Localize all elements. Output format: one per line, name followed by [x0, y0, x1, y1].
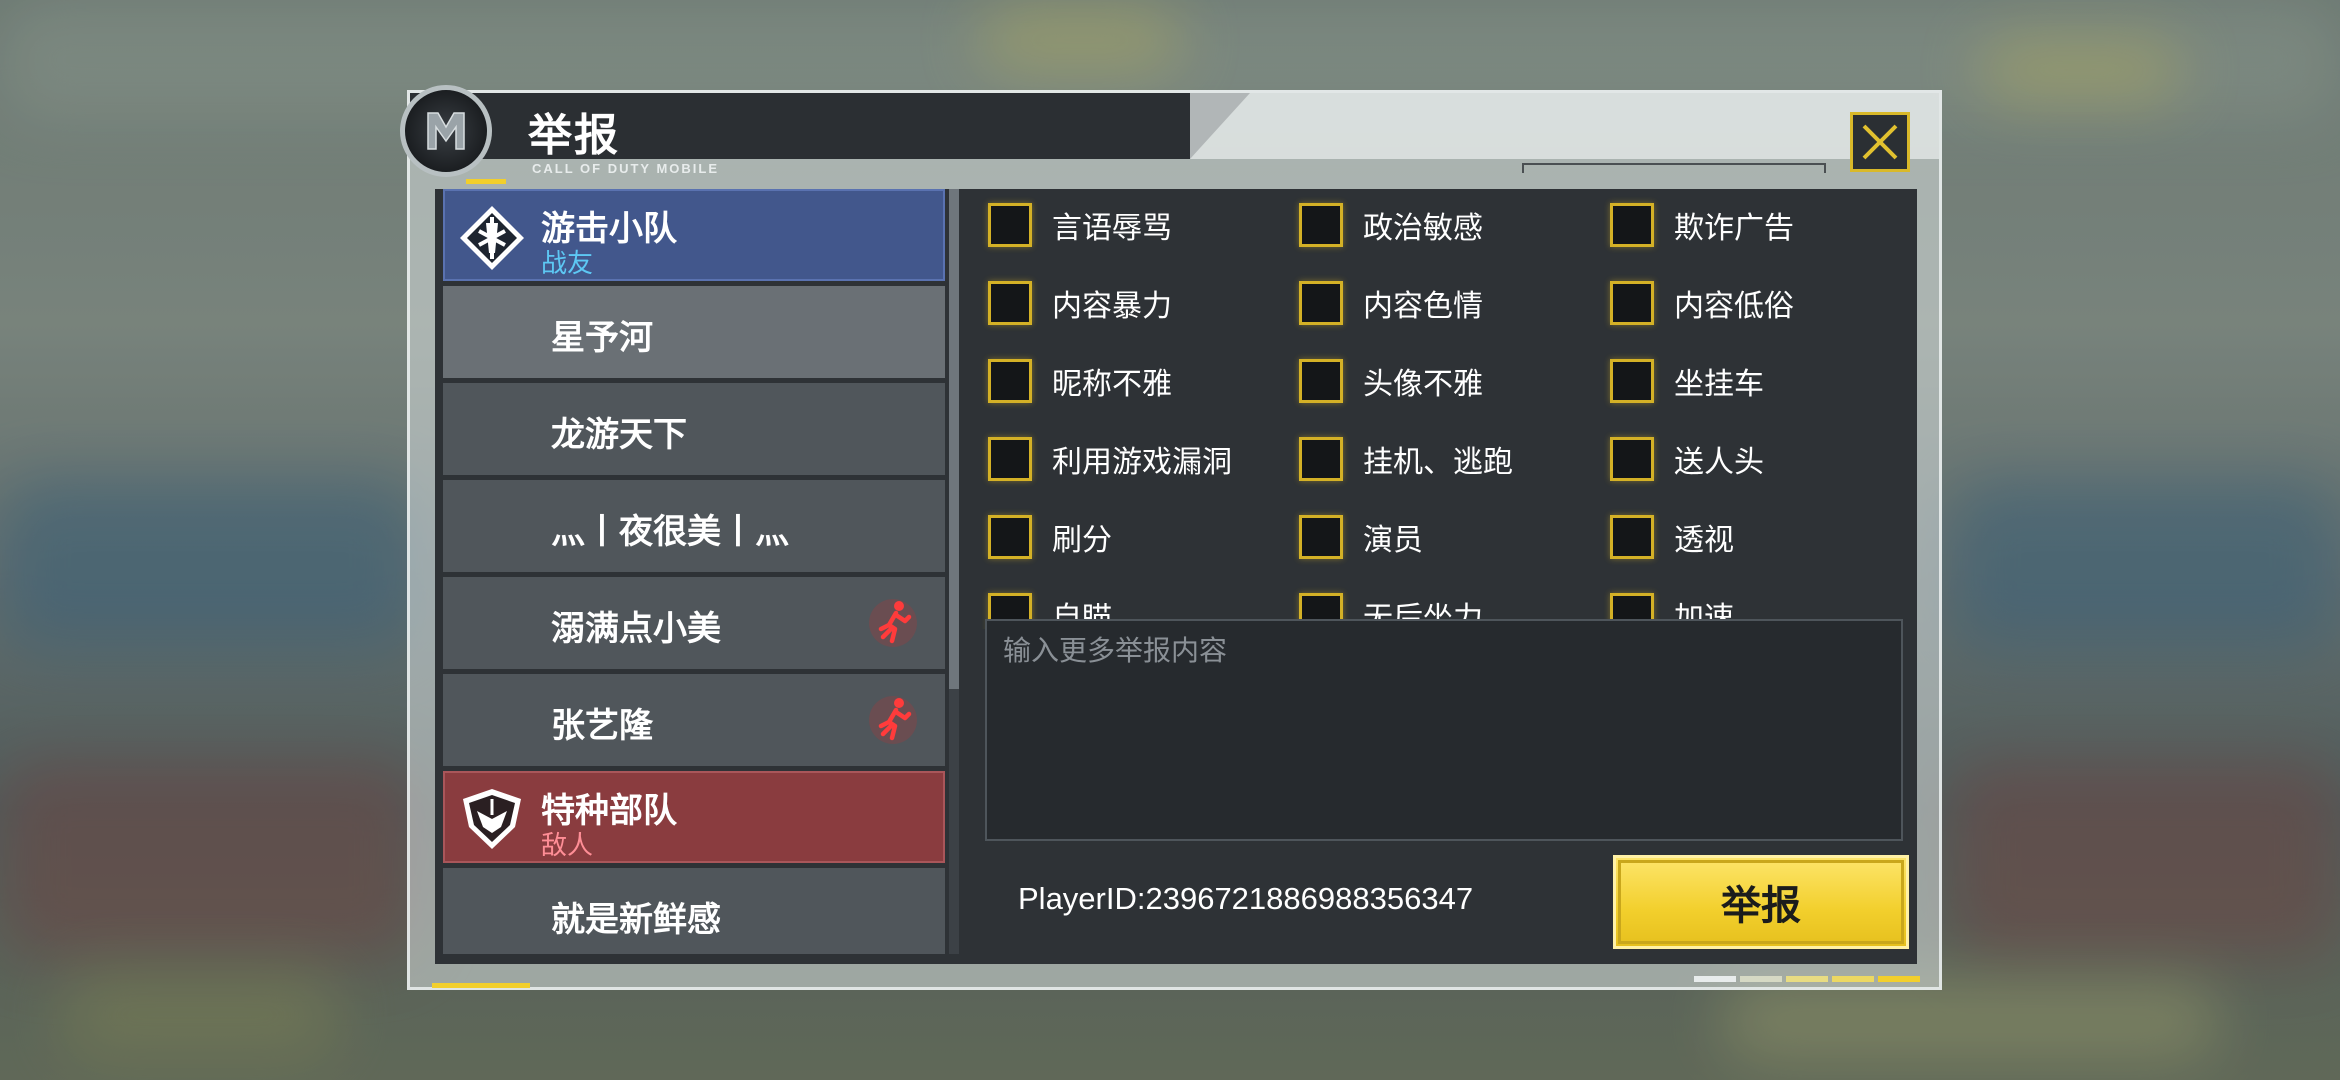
reason-checkbox[interactable]: 送人头	[1610, 437, 1764, 481]
reason-label: 坐挂车	[1674, 367, 1764, 402]
title-progress-bar	[1522, 163, 1826, 173]
reason-label: 内容暴力	[1052, 289, 1172, 324]
checkbox[interactable]	[1299, 437, 1343, 481]
player-row[interactable]: 张艺隆	[443, 674, 945, 766]
reason-checkbox[interactable]: 欺诈广告	[1610, 203, 1794, 247]
reason-label: 演员	[1363, 523, 1423, 558]
player-row[interactable]: 灬丨夜很美丨灬	[443, 480, 945, 572]
special-forces-emblem-icon	[457, 785, 527, 855]
reason-label: 利用游戏漏洞	[1052, 445, 1232, 480]
player-row[interactable]: 龙游天下	[443, 383, 945, 475]
reason-label: 送人头	[1674, 445, 1764, 480]
checkbox[interactable]	[988, 515, 1032, 559]
player-name: 星予河	[551, 318, 653, 358]
checkbox[interactable]	[988, 359, 1032, 403]
reason-label: 内容低俗	[1674, 289, 1794, 324]
reason-checkbox[interactable]: 头像不雅	[1299, 359, 1483, 403]
reason-label: 昵称不雅	[1052, 367, 1172, 402]
player-list-scroll-thumb[interactable]	[949, 189, 959, 689]
reason-label: 言语辱骂	[1052, 211, 1172, 246]
codm-logo	[400, 85, 492, 177]
checkbox[interactable]	[988, 437, 1032, 481]
page-indicator	[1694, 976, 1920, 982]
reason-label: 刷分	[1052, 523, 1112, 558]
dialog-subtitle: CALL OF DUTY MOBILE	[532, 161, 720, 176]
reason-checkbox[interactable]: 内容暴力	[988, 281, 1172, 325]
report-submit-button[interactable]: 举报	[1613, 855, 1909, 949]
team-header-ally[interactable]: 游击小队 战友	[443, 189, 945, 281]
reason-checkbox[interactable]: 挂机、逃跑	[1299, 437, 1513, 481]
reason-checkbox[interactable]: 内容色情	[1299, 281, 1483, 325]
reason-checkbox[interactable]: 坐挂车	[1610, 359, 1764, 403]
checkbox[interactable]	[1610, 359, 1654, 403]
dialog-content: 游击小队 战友 星予河 龙游天下 灬丨夜很美丨灬 溺满点小美 张艺隆 特种部队 …	[435, 189, 1917, 964]
guerrilla-emblem-icon	[457, 203, 527, 273]
checkbox[interactable]	[988, 281, 1032, 325]
checkbox[interactable]	[1299, 515, 1343, 559]
dialog-title: 举报	[528, 110, 620, 161]
player-row[interactable]: 星予河	[443, 286, 945, 378]
reason-checkbox[interactable]: 利用游戏漏洞	[988, 437, 1232, 481]
checkbox[interactable]	[1299, 281, 1343, 325]
report-details-input[interactable]: 输入更多举报内容	[985, 619, 1903, 841]
reason-label: 欺诈广告	[1674, 211, 1794, 246]
reason-checkbox[interactable]: 透视	[1610, 515, 1734, 559]
player-row[interactable]: 溺满点小美	[443, 577, 945, 669]
player-list[interactable]: 游击小队 战友 星予河 龙游天下 灬丨夜很美丨灬 溺满点小美 张艺隆 特种部队 …	[443, 189, 945, 954]
player-name: 溺满点小美	[551, 609, 721, 649]
team-role: 敌人	[541, 831, 594, 861]
reason-label: 内容色情	[1363, 289, 1483, 324]
reason-checkbox[interactable]: 内容低俗	[1610, 281, 1794, 325]
player-row[interactable]: 就是新鲜感	[443, 868, 945, 954]
reason-label: 头像不雅	[1363, 367, 1483, 402]
reason-checkbox[interactable]: 刷分	[988, 515, 1112, 559]
report-reasons-grid: 言语辱骂 政治敏感 欺诈广告 内容暴力 内容色情 内容低俗 昵称不雅 头像不雅 …	[980, 189, 1920, 629]
reason-label: 透视	[1674, 523, 1734, 558]
player-name: 龙游天下	[551, 415, 687, 455]
checkbox[interactable]	[1610, 515, 1654, 559]
reason-checkbox[interactable]: 言语辱骂	[988, 203, 1172, 247]
checkbox[interactable]	[988, 203, 1032, 247]
team-header-enemy[interactable]: 特种部队 敌人	[443, 771, 945, 863]
team-role: 战友	[541, 249, 594, 279]
reason-label: 挂机、逃跑	[1363, 445, 1513, 480]
checkbox[interactable]	[1299, 359, 1343, 403]
reason-checkbox[interactable]: 政治敏感	[1299, 203, 1483, 247]
checkbox[interactable]	[1610, 281, 1654, 325]
checkbox[interactable]	[1610, 203, 1654, 247]
left-match-runner-icon	[869, 599, 917, 647]
close-button[interactable]	[1850, 112, 1910, 172]
player-name: 张艺隆	[551, 706, 653, 746]
reason-checkbox[interactable]: 演员	[1299, 515, 1423, 559]
player-name: 灬丨夜很美丨灬	[551, 512, 789, 552]
left-match-runner-icon	[869, 696, 917, 744]
player-id-text: PlayerID:2396721886988356347	[1018, 881, 1474, 916]
report-dialog: 举报 CALL OF DUTY MOBILE 游击小队 战友 星予河 龙游天下 …	[400, 85, 1942, 990]
checkbox[interactable]	[1610, 437, 1654, 481]
player-name: 就是新鲜感	[551, 900, 721, 940]
reason-label: 政治敏感	[1363, 211, 1483, 246]
checkbox[interactable]	[1299, 203, 1343, 247]
reason-checkbox[interactable]: 昵称不雅	[988, 359, 1172, 403]
close-icon	[1862, 124, 1898, 160]
